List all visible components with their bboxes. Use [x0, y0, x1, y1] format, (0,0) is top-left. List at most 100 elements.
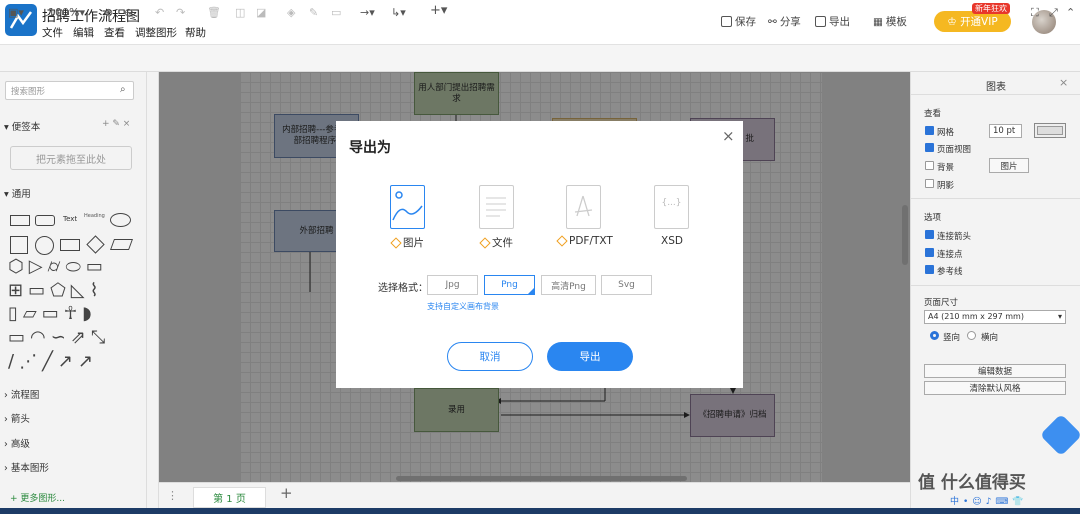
format-hd-png[interactable]: 高清Png — [541, 275, 596, 295]
grid-size-input[interactable]: 10 pt — [989, 124, 1022, 138]
menu-file[interactable]: 文件 — [42, 25, 63, 40]
format-jpg[interactable]: Jpg — [427, 275, 478, 295]
search-input[interactable]: 搜索图形 — [5, 81, 134, 100]
custom-background-link[interactable]: 支持自定义画布背景 — [427, 301, 499, 312]
menu-edit[interactable]: 编辑 — [73, 25, 94, 40]
shape-row-3[interactable]: ⬡▷⌭⬭▭ — [8, 257, 108, 277]
ime-toolbar-icons[interactable]: 中•☺♪⌨👕 — [950, 494, 1028, 507]
collapse-icon[interactable]: ⌃ — [1066, 6, 1075, 19]
export-option-xsd[interactable]: XSD — [661, 235, 683, 247]
panel-title: 图表 — [986, 82, 1006, 93]
to-back-icon[interactable]: ◪ — [256, 6, 266, 19]
rounded-rectangle-shape[interactable] — [35, 215, 55, 226]
grid-checkbox[interactable] — [925, 126, 934, 135]
general-heading[interactable]: ▾ 通用 — [4, 186, 31, 200]
ellipse-shape[interactable] — [110, 213, 131, 227]
cancel-button[interactable]: 取消 — [447, 342, 533, 371]
insert-icon[interactable]: +▾ — [430, 3, 447, 18]
connection-points-label: 连接点 — [937, 250, 963, 260]
textbox-shape[interactable]: Heading — [84, 213, 105, 219]
category-advanced[interactable]: › 高级 — [4, 436, 30, 450]
portrait-radio[interactable] — [930, 331, 939, 340]
scratchpad-actions-icon[interactable]: + ✎ × — [102, 119, 130, 129]
vip-button[interactable]: ♔ 开通VIP — [934, 11, 1011, 32]
fullscreen-icon[interactable]: ⤢ — [1049, 6, 1058, 20]
vip-diamond-icon — [390, 236, 402, 249]
shape-row-4[interactable]: ⊞▭⬠◺⌇ — [8, 281, 103, 301]
portrait-label: 竖向 — [943, 333, 961, 343]
connector-style-icon[interactable]: →▾ — [360, 6, 375, 19]
rectangle-shape[interactable] — [10, 215, 30, 226]
shadow-icon[interactable]: ▭ — [331, 6, 341, 19]
shadow-checkbox[interactable] — [925, 179, 934, 188]
edit-data-button[interactable]: 编辑数据 — [924, 364, 1066, 378]
share-button[interactable]: ⚯ 分享 — [768, 14, 801, 29]
zoom-select[interactable]: 100%▾ — [48, 6, 85, 19]
tab-page-1[interactable]: 第 1 页 — [193, 487, 266, 508]
search-icon[interactable]: ⌕ — [120, 84, 126, 95]
add-page-button[interactable]: + — [280, 484, 293, 502]
close-panel-icon[interactable]: × — [1059, 76, 1068, 89]
crown-icon: ♔ — [947, 15, 957, 28]
more-shapes-link[interactable]: + 更多图形... — [10, 491, 65, 504]
page-view-checkbox[interactable] — [925, 143, 934, 152]
watermark: 值 什么值得买 — [918, 473, 1026, 493]
page-menu-icon[interactable]: ⋮ — [167, 489, 178, 502]
grid-color-picker[interactable] — [1034, 123, 1066, 138]
save-icon — [721, 16, 732, 27]
menu-arrange[interactable]: 调整图形 — [135, 25, 177, 40]
text-shape[interactable]: Text — [63, 215, 77, 223]
clear-style-button[interactable]: 清除默认风格 — [924, 381, 1066, 395]
save-button[interactable]: 保存 — [721, 14, 756, 29]
category-arrows[interactable]: › 箭头 — [4, 411, 30, 425]
export-option-image[interactable]: 图片 — [390, 235, 424, 250]
panel-layout-icon[interactable]: ▣▾ — [8, 6, 24, 19]
page-size-select[interactable]: A4 (210 mm x 297 mm) ▾ — [924, 310, 1066, 324]
format-svg[interactable]: Svg — [601, 275, 652, 295]
category-basic[interactable]: › 基本图形 — [4, 460, 49, 474]
export-confirm-button[interactable]: 导出 — [547, 342, 633, 371]
line-shapes-row[interactable]: /⋰╱↗↗ — [8, 352, 98, 372]
circle-shape[interactable] — [35, 236, 54, 255]
undo-icon[interactable]: ↶ — [155, 6, 164, 19]
landscape-radio[interactable] — [967, 331, 976, 340]
zoom-out-icon[interactable]: ⊖ — [124, 6, 133, 19]
connection-arrows-label: 连接箭头 — [937, 232, 972, 242]
shape-row-6[interactable]: ▭◠∽⇗⤡ — [8, 328, 110, 348]
parallelogram-shape[interactable] — [109, 239, 134, 250]
export-option-file[interactable]: 文件 — [479, 235, 513, 250]
sidebar-splitter[interactable] — [147, 72, 159, 514]
zoom-in-icon[interactable]: ⊕ — [104, 6, 113, 19]
scratchpad-heading[interactable]: ▾ 便签本 — [4, 119, 40, 133]
view-heading: 查看 — [924, 109, 942, 119]
square-shape[interactable] — [10, 236, 28, 254]
divider — [911, 198, 1080, 199]
waypoint-style-icon[interactable]: ↳▾ — [391, 6, 406, 19]
shape-row-5[interactable]: ▯▱▭☥◗ — [8, 304, 97, 324]
connection-arrows-checkbox[interactable] — [925, 230, 934, 239]
background-checkbox[interactable] — [925, 161, 934, 170]
export-option-pdf[interactable]: PDF/TXT — [556, 235, 613, 247]
image-export-icon[interactable] — [390, 185, 425, 229]
pdf-export-icon[interactable] — [566, 185, 601, 229]
drop-zone[interactable]: 把元素拖至此处 — [10, 146, 132, 170]
redo-icon[interactable]: ↷ — [176, 6, 185, 19]
delete-icon[interactable]: 🗑 — [207, 6, 221, 19]
to-front-icon[interactable]: ◫ — [235, 6, 245, 19]
menu-view[interactable]: 查看 — [104, 25, 125, 40]
close-icon[interactable]: × — [722, 127, 735, 145]
export-button[interactable]: 导出 — [815, 14, 850, 29]
connection-points-checkbox[interactable] — [925, 248, 934, 257]
fit-icon[interactable]: ⛶ — [1031, 6, 1039, 20]
menu-help[interactable]: 帮助 — [185, 25, 206, 40]
line-color-icon[interactable]: ✎ — [309, 6, 318, 19]
guides-checkbox[interactable] — [925, 265, 934, 274]
fill-color-icon[interactable]: ◈ — [287, 6, 295, 19]
image-button[interactable]: 图片 — [989, 158, 1029, 173]
template-button[interactable]: ▦ 模板 — [873, 14, 907, 29]
xsd-export-icon[interactable]: {...} — [654, 185, 689, 229]
vip-diamond-icon — [479, 236, 491, 249]
process-shape[interactable] — [60, 239, 80, 251]
category-flowchart[interactable]: › 流程图 — [4, 387, 39, 401]
document-export-icon[interactable] — [479, 185, 514, 229]
